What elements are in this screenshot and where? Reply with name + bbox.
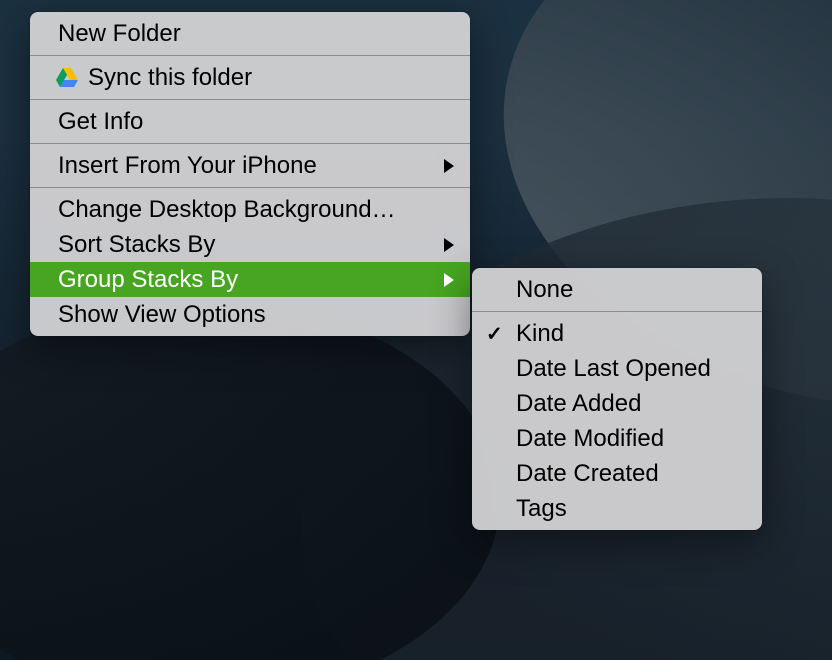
menu-item-label: Group Stacks By <box>58 266 454 294</box>
submenu-item-label: None <box>516 276 746 304</box>
menu-item-show-view-options[interactable]: Show View Options <box>30 297 470 332</box>
menu-item-get-info[interactable]: Get Info <box>30 104 470 139</box>
submenu-item-kind[interactable]: ✓ Kind <box>472 316 762 351</box>
submenu-item-label: Date Added <box>516 390 746 418</box>
menu-item-sort-stacks-by[interactable]: Sort Stacks By <box>30 227 470 262</box>
menu-item-group-stacks-by[interactable]: Group Stacks By <box>30 262 470 297</box>
submenu-arrow-icon <box>444 159 454 173</box>
menu-separator <box>30 55 470 56</box>
group-stacks-by-submenu: None ✓ Kind Date Last Opened Date Added … <box>472 268 762 530</box>
submenu-item-date-modified[interactable]: Date Modified <box>472 421 762 456</box>
submenu-item-none[interactable]: None <box>472 272 762 307</box>
checkmark-icon: ✓ <box>486 321 503 346</box>
submenu-item-label: Kind <box>516 320 746 348</box>
submenu-item-tags[interactable]: Tags <box>472 491 762 526</box>
menu-separator <box>30 187 470 188</box>
menu-item-change-desktop-background[interactable]: Change Desktop Background… <box>30 192 470 227</box>
desktop-context-menu: New Folder Sync this folder Get Info Ins… <box>30 12 470 336</box>
menu-item-label: Sync this folder <box>88 64 454 92</box>
submenu-item-date-last-opened[interactable]: Date Last Opened <box>472 351 762 386</box>
menu-item-label: Sort Stacks By <box>58 231 454 259</box>
menu-item-label: Insert From Your iPhone <box>58 152 454 180</box>
desktop-background-shape <box>0 300 500 660</box>
menu-item-new-folder[interactable]: New Folder <box>30 16 470 51</box>
google-drive-icon <box>56 68 78 88</box>
menu-item-label: Show View Options <box>58 301 454 329</box>
submenu-item-label: Date Last Opened <box>516 355 746 383</box>
menu-item-label: Get Info <box>58 108 454 136</box>
submenu-item-label: Tags <box>516 495 746 523</box>
menu-separator <box>30 99 470 100</box>
submenu-arrow-icon <box>444 238 454 252</box>
menu-item-label: New Folder <box>58 20 454 48</box>
menu-item-insert-from-iphone[interactable]: Insert From Your iPhone <box>30 148 470 183</box>
menu-item-label: Change Desktop Background… <box>58 196 454 224</box>
submenu-item-label: Date Modified <box>516 425 746 453</box>
submenu-item-date-added[interactable]: Date Added <box>472 386 762 421</box>
menu-separator <box>472 311 762 312</box>
menu-item-sync-this-folder[interactable]: Sync this folder <box>30 60 470 95</box>
menu-separator <box>30 143 470 144</box>
submenu-arrow-icon <box>444 273 454 287</box>
submenu-item-date-created[interactable]: Date Created <box>472 456 762 491</box>
submenu-item-label: Date Created <box>516 460 746 488</box>
